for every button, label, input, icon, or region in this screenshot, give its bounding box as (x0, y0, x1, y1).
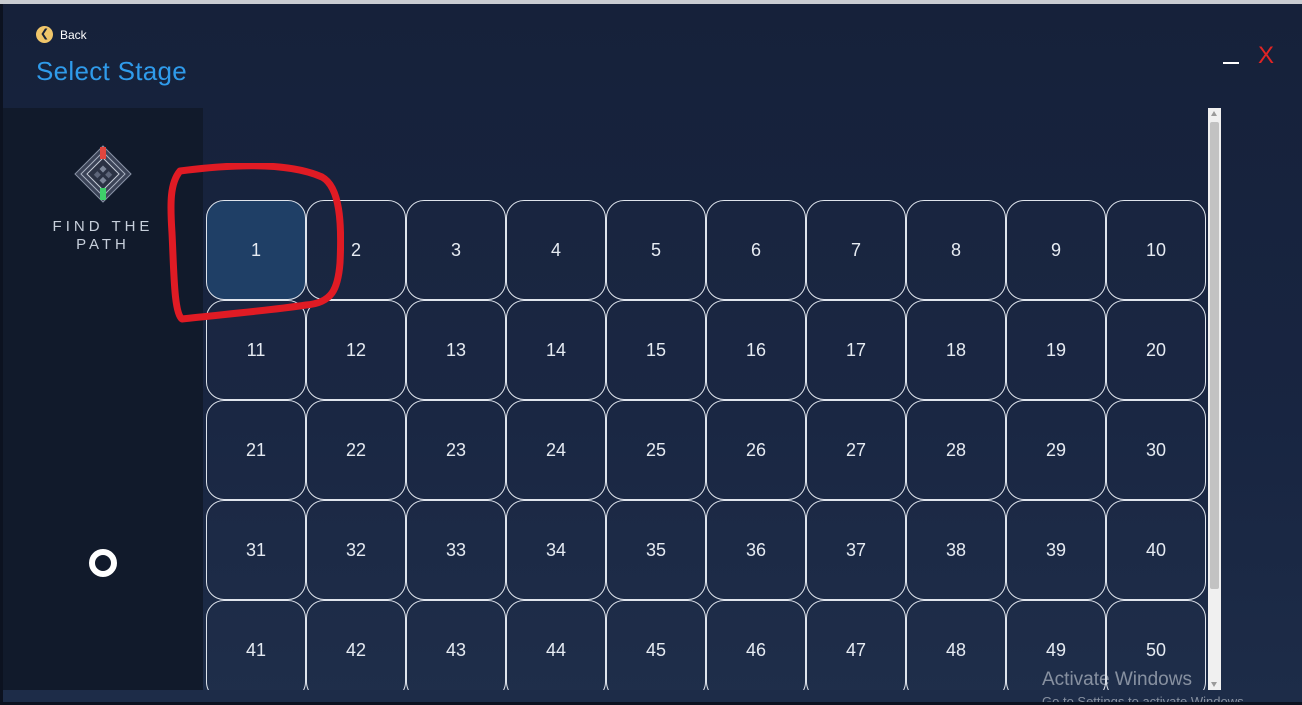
stage-tile-17[interactable]: 17 (806, 300, 906, 400)
back-button[interactable]: ❮ Back (36, 26, 87, 43)
chevron-left-icon: ❮ (36, 26, 53, 43)
stage-tile-45[interactable]: 45 (606, 600, 706, 690)
stage-tile-11[interactable]: 11 (206, 300, 306, 400)
stage-tile-27[interactable]: 27 (806, 400, 906, 500)
close-button[interactable]: X (1258, 42, 1274, 70)
stage-tile-38[interactable]: 38 (906, 500, 1006, 600)
stage-tile-5[interactable]: 5 (606, 200, 706, 300)
scroll-up-icon[interactable] (1211, 111, 1217, 116)
stage-tile-24[interactable]: 24 (506, 400, 606, 500)
stage-tile-12[interactable]: 12 (306, 300, 406, 400)
stage-select-window: ❮ Back Select Stage X FIND THE PATH 1 2 … (0, 0, 1302, 705)
stage-tile-47[interactable]: 47 (806, 600, 906, 690)
stage-tile-25[interactable]: 25 (606, 400, 706, 500)
stage-tile-42[interactable]: 42 (306, 600, 406, 690)
logo-text-line1: FIND THE (52, 218, 154, 235)
stage-tile-13[interactable]: 13 (406, 300, 506, 400)
stage-tile-1[interactable]: 1 (206, 200, 306, 300)
vertical-scrollbar[interactable] (1208, 108, 1221, 690)
stage-tile-35[interactable]: 35 (606, 500, 706, 600)
stage-tile-19[interactable]: 19 (1006, 300, 1106, 400)
stage-tile-41[interactable]: 41 (206, 600, 306, 690)
find-the-path-logo (74, 145, 132, 203)
stage-tile-26[interactable]: 26 (706, 400, 806, 500)
stage-tile-46[interactable]: 46 (706, 600, 806, 690)
stage-tile-20[interactable]: 20 (1106, 300, 1206, 400)
stage-tile-15[interactable]: 15 (606, 300, 706, 400)
stage-tile-23[interactable]: 23 (406, 400, 506, 500)
minimize-icon (1223, 62, 1239, 64)
stage-tile-28[interactable]: 28 (906, 400, 1006, 500)
ring-icon (89, 549, 117, 577)
stage-tile-10[interactable]: 10 (1106, 200, 1206, 300)
stage-tile-6[interactable]: 6 (706, 200, 806, 300)
logo-text: FIND THE PATH (3, 218, 203, 254)
top-window-strip (0, 0, 1302, 4)
stage-grid-area: 1 2 3 4 5 6 7 8 9 10 11 12 13 14 15 16 17 18 19 20 21 22 23 24 2… (203, 108, 1209, 690)
page-title: Select Stage (36, 56, 188, 86)
stage-tile-49[interactable]: 49 (1006, 600, 1106, 690)
stage-tile-50[interactable]: 50 (1106, 600, 1206, 690)
stage-tile-44[interactable]: 44 (506, 600, 606, 690)
stage-tile-22[interactable]: 22 (306, 400, 406, 500)
back-label: Back (60, 27, 87, 42)
stage-tile-7[interactable]: 7 (806, 200, 906, 300)
stage-tile-48[interactable]: 48 (906, 600, 1006, 690)
stage-tile-4[interactable]: 4 (506, 200, 606, 300)
stage-tile-34[interactable]: 34 (506, 500, 606, 600)
stage-tile-21[interactable]: 21 (206, 400, 306, 500)
stage-tile-14[interactable]: 14 (506, 300, 606, 400)
minimize-button[interactable] (1222, 46, 1240, 66)
stage-tile-8[interactable]: 8 (906, 200, 1006, 300)
stage-tile-9[interactable]: 9 (1006, 200, 1106, 300)
stage-tile-31[interactable]: 31 (206, 500, 306, 600)
stage-tile-2[interactable]: 2 (306, 200, 406, 300)
stage-tile-39[interactable]: 39 (1006, 500, 1106, 600)
scroll-thumb[interactable] (1210, 122, 1219, 589)
stage-tile-43[interactable]: 43 (406, 600, 506, 690)
stage-tile-29[interactable]: 29 (1006, 400, 1106, 500)
logo-text-line2: PATH (76, 236, 130, 253)
stage-tile-37[interactable]: 37 (806, 500, 906, 600)
stage-tile-16[interactable]: 16 (706, 300, 806, 400)
stage-tile-32[interactable]: 32 (306, 500, 406, 600)
stage-tile-40[interactable]: 40 (1106, 500, 1206, 600)
stage-tile-3[interactable]: 3 (406, 200, 506, 300)
stage-tile-36[interactable]: 36 (706, 500, 806, 600)
stage-tile-33[interactable]: 33 (406, 500, 506, 600)
stage-tile-30[interactable]: 30 (1106, 400, 1206, 500)
scroll-down-icon[interactable] (1211, 682, 1217, 687)
stage-tile-18[interactable]: 18 (906, 300, 1006, 400)
stage-grid: 1 2 3 4 5 6 7 8 9 10 11 12 13 14 15 16 17 18 19 20 21 22 23 24 2… (206, 200, 1206, 690)
sidebar: FIND THE PATH (3, 108, 203, 690)
